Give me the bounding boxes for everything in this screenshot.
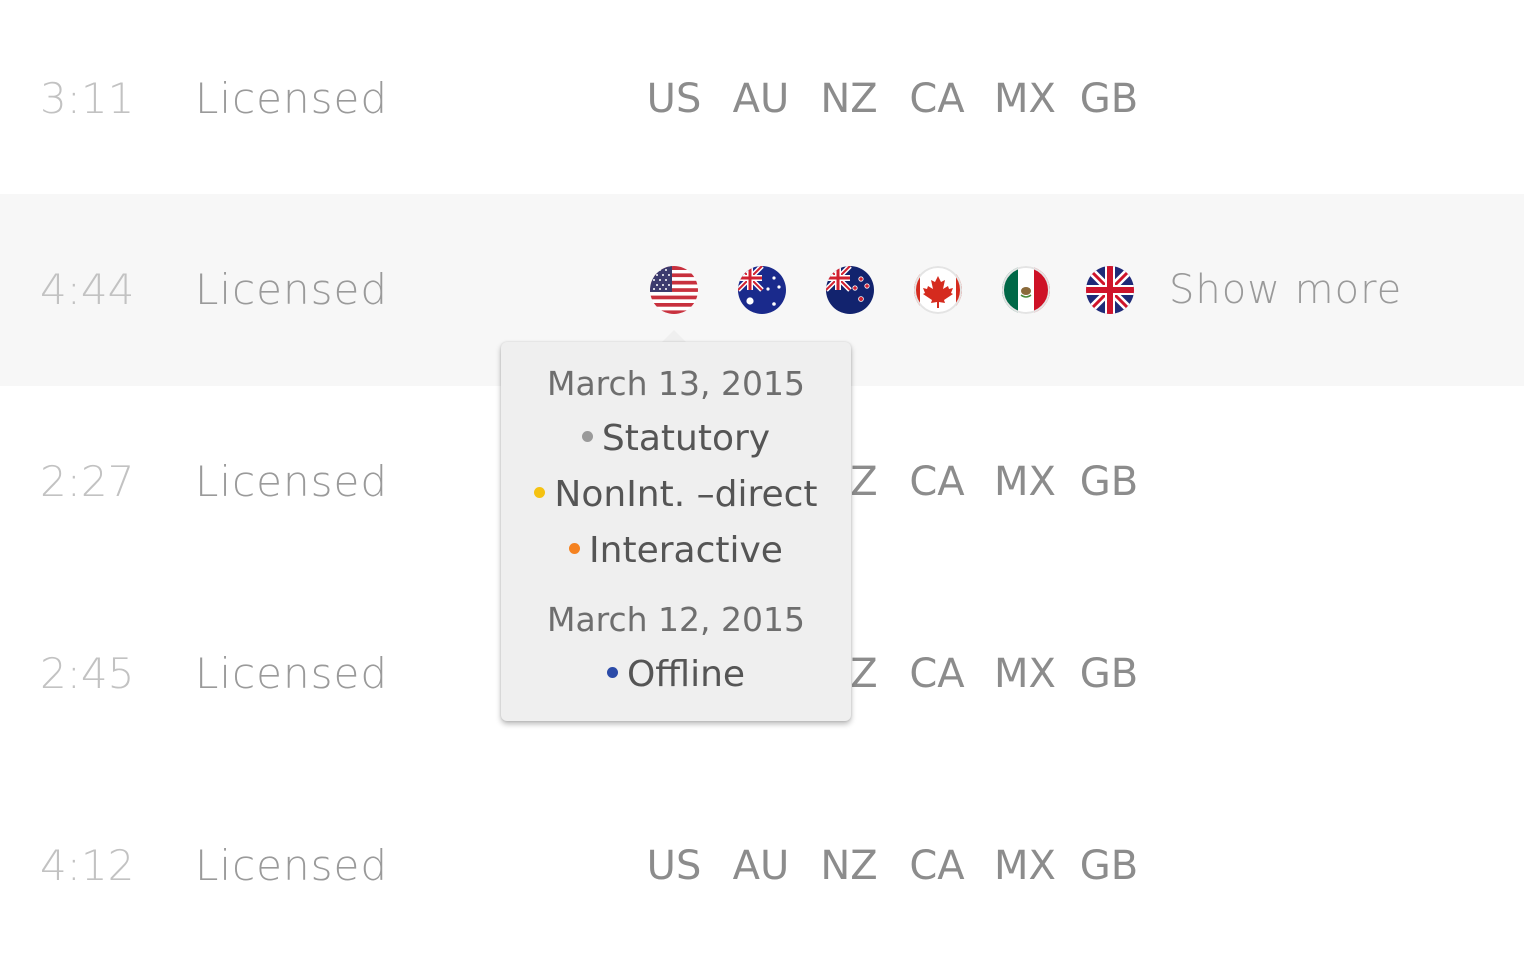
country-code-mx: MX — [994, 76, 1056, 122]
license-status: Licensed — [195, 74, 389, 123]
country-code-ca: CA — [909, 459, 965, 505]
tooltip-item-interactive: Interactive — [501, 530, 851, 571]
dot-icon — [569, 542, 581, 554]
country-code-gb: GB — [1079, 76, 1139, 122]
tooltip-item-label: Offline — [626, 654, 746, 695]
ca-flag-icon[interactable] — [914, 266, 962, 314]
tooltip-item-label: Interactive — [589, 530, 783, 571]
license-status: Licensed — [195, 265, 389, 314]
country-code-us: US — [646, 843, 702, 889]
country-code-nz: NZ — [820, 76, 878, 122]
track-duration: 2:45 — [40, 649, 135, 698]
tooltip-item-label: NonInt. –direct — [554, 474, 818, 515]
track-duration: 4:44 — [40, 265, 135, 314]
country-code-gb: GB — [1079, 651, 1139, 697]
track-duration: 3:11 — [40, 74, 135, 123]
tooltip-arrow — [662, 330, 686, 342]
country-code-us: US — [646, 76, 702, 122]
table-row: 3:11 Licensed US AU NZ CA MX GB — [0, 3, 1524, 195]
license-tooltip: March 13, 2015 Statutory NonInt. –direct… — [501, 342, 851, 721]
us-flag-icon[interactable] — [650, 266, 698, 314]
country-code-ca: CA — [909, 76, 965, 122]
nz-flag-icon[interactable] — [826, 266, 874, 314]
track-duration: 2:27 — [40, 457, 135, 506]
license-status: Licensed — [195, 457, 389, 506]
country-code-au: AU — [732, 76, 790, 122]
country-code-au: AU — [732, 843, 790, 889]
dot-icon — [534, 486, 546, 498]
license-status: Licensed — [195, 841, 389, 890]
country-code-mx: MX — [994, 843, 1056, 889]
country-code-mx: MX — [994, 459, 1056, 505]
track-duration: 4:12 — [40, 841, 135, 890]
tooltip-item-nonint-direct: NonInt. –direct — [501, 474, 851, 515]
show-more-link[interactable]: Show more — [1169, 194, 1402, 386]
dot-icon — [581, 430, 593, 442]
au-flag-icon[interactable] — [738, 266, 786, 314]
license-status: Licensed — [195, 649, 389, 698]
country-code-mx: MX — [994, 651, 1056, 697]
country-code-ca: CA — [909, 651, 965, 697]
tooltip-date: March 13, 2015 — [546, 364, 806, 403]
country-code-nz: NZ — [820, 843, 878, 889]
table-row: 4:12 Licensed US AU NZ CA MX GB — [0, 770, 1524, 962]
tooltip-date: March 12, 2015 — [546, 600, 806, 639]
country-code-ca: CA — [909, 843, 965, 889]
gb-flag-icon[interactable] — [1086, 266, 1134, 314]
country-code-gb: GB — [1079, 459, 1139, 505]
tooltip-item-statutory: Statutory — [501, 418, 851, 459]
tooltip-item-offline: Offline — [501, 654, 851, 695]
country-code-gb: GB — [1079, 843, 1139, 889]
mx-flag-icon[interactable] — [1002, 266, 1050, 314]
tooltip-item-label: Statutory — [601, 418, 771, 459]
dot-icon — [606, 666, 618, 678]
